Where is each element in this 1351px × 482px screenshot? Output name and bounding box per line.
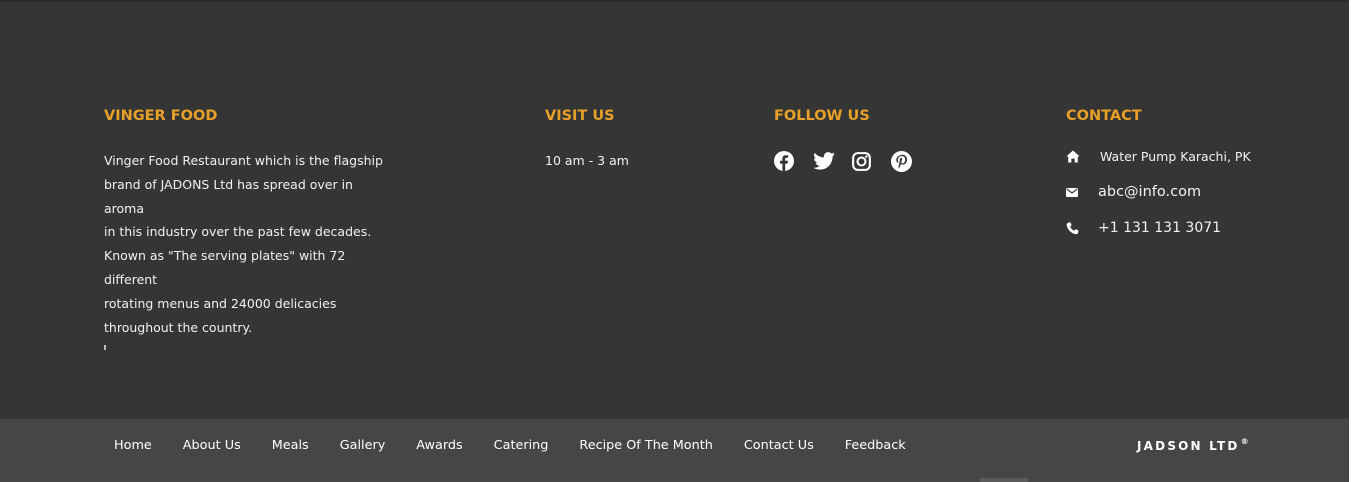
nav-home[interactable]: Home (114, 438, 152, 454)
contact-email: abc@info.com (1066, 184, 1201, 200)
phone-icon (1066, 221, 1098, 235)
pinterest-icon[interactable] (891, 149, 930, 173)
about-line: Vinger Food Restaurant which is the flag… (104, 153, 383, 168)
footer-main: VINGER FOOD Vinger Food Restaurant which… (0, 0, 1349, 419)
about-line: in this industry over the past few decad… (104, 224, 372, 240)
social-links (774, 149, 930, 173)
follow-column: FOLLOW US (774, 105, 930, 173)
about-description: Vinger Food Restaurant which is the flag… (104, 149, 394, 351)
twitter-icon[interactable] (813, 149, 852, 173)
nav-recipe-of-the-month[interactable]: Recipe Of The Month (579, 438, 712, 454)
contact-phone: +1 131 131 3071 (1066, 220, 1221, 236)
instagram-icon[interactable] (852, 149, 891, 173)
about-line: brand of JADONS Ltd has spread over in a… (104, 176, 353, 216)
nav-contact-us[interactable]: Contact Us (744, 438, 814, 454)
about-line: throughout the country. (104, 319, 253, 335)
scroll-indicator (980, 478, 1028, 482)
registered-mark: ® (1240, 437, 1249, 446)
about-title: VINGER FOOD (104, 108, 218, 124)
contact-title: CONTACT (1066, 108, 1142, 124)
footer-nav: Home About Us Meals Gallery Awards Cater… (114, 438, 937, 454)
visit-title: VISIT US (545, 108, 615, 124)
nav-about-us[interactable]: About Us (183, 438, 241, 454)
text-tick-mark (104, 345, 106, 351)
follow-title: FOLLOW US (774, 108, 870, 124)
about-column: VINGER FOOD Vinger Food Restaurant which… (104, 105, 394, 351)
nav-awards[interactable]: Awards (416, 438, 462, 454)
phone-text[interactable]: +1 131 131 3071 (1098, 220, 1221, 236)
visit-column: VISIT US 10 am - 3 am (545, 105, 629, 173)
contact-column: CONTACT Water Pump Karachi, PK abc@info.… (1066, 105, 1306, 265)
about-line: rotating menus and 24000 delicacies (104, 295, 337, 311)
nav-meals[interactable]: Meals (272, 438, 309, 454)
home-icon (1066, 150, 1100, 163)
contact-address: Water Pump Karachi, PK (1066, 149, 1251, 164)
nav-gallery[interactable]: Gallery (340, 438, 386, 454)
brand-text: JADSON LTD (1137, 439, 1240, 453)
nav-catering[interactable]: Catering (494, 438, 549, 454)
about-line: Known as "The serving plates" with 72 di… (104, 248, 346, 287)
brand-name: JADSON LTD® (1137, 437, 1249, 453)
nav-feedback[interactable]: Feedback (845, 438, 906, 454)
footer-bottom-bar: Home About Us Meals Gallery Awards Cater… (0, 419, 1349, 482)
address-text: Water Pump Karachi, PK (1100, 149, 1251, 164)
facebook-icon[interactable] (774, 149, 813, 173)
opening-hours: 10 am - 3 am (545, 153, 629, 168)
email-text[interactable]: abc@info.com (1098, 184, 1201, 200)
envelope-icon (1066, 187, 1098, 197)
